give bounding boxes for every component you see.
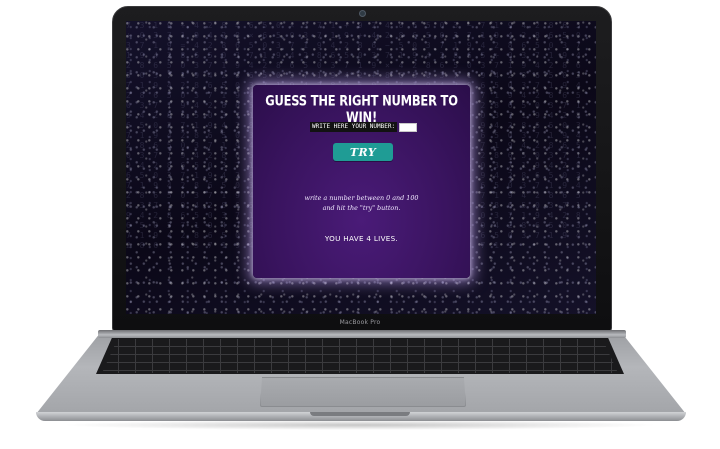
number-input-row: WRITE HERE YOUR NUMBER: — [310, 122, 418, 132]
lives-counter: YOU HAVE 4 LIVES. — [324, 234, 399, 243]
try-button[interactable]: TRY — [333, 143, 393, 161]
instructions-line-1: write a number between 0 and 100 — [304, 194, 419, 202]
laptop-mockup: 7 3 1 9 ÷ 4 2 8 = 6 5 0 × 3 7 1 + 9 2 4 … — [0, 0, 720, 449]
trackpad — [260, 377, 466, 407]
number-input[interactable] — [399, 122, 418, 132]
instructions-text: write a number between 0 and 100 and hit… — [273, 193, 450, 213]
instructions-line-2: and hit the "try" button. — [322, 204, 401, 212]
camera-icon — [359, 10, 366, 17]
laptop-screen: 7 3 1 9 ÷ 4 2 8 = 6 5 0 × 3 7 1 + 9 2 4 … — [126, 21, 596, 314]
game-panel: GUESS THE RIGHT NUMBER TO WIN! WRITE HER… — [253, 85, 470, 278]
device-brand-label: MacBook Pro — [339, 319, 381, 326]
keyboard-keys — [102, 339, 618, 373]
laptop-hinge — [98, 330, 626, 338]
laptop-shadow — [60, 420, 660, 430]
game-title: GUESS THE RIGHT NUMBER TO WIN! — [265, 92, 458, 126]
number-input-label: WRITE HERE YOUR NUMBER: — [310, 122, 398, 132]
thumb-notch — [310, 412, 410, 416]
